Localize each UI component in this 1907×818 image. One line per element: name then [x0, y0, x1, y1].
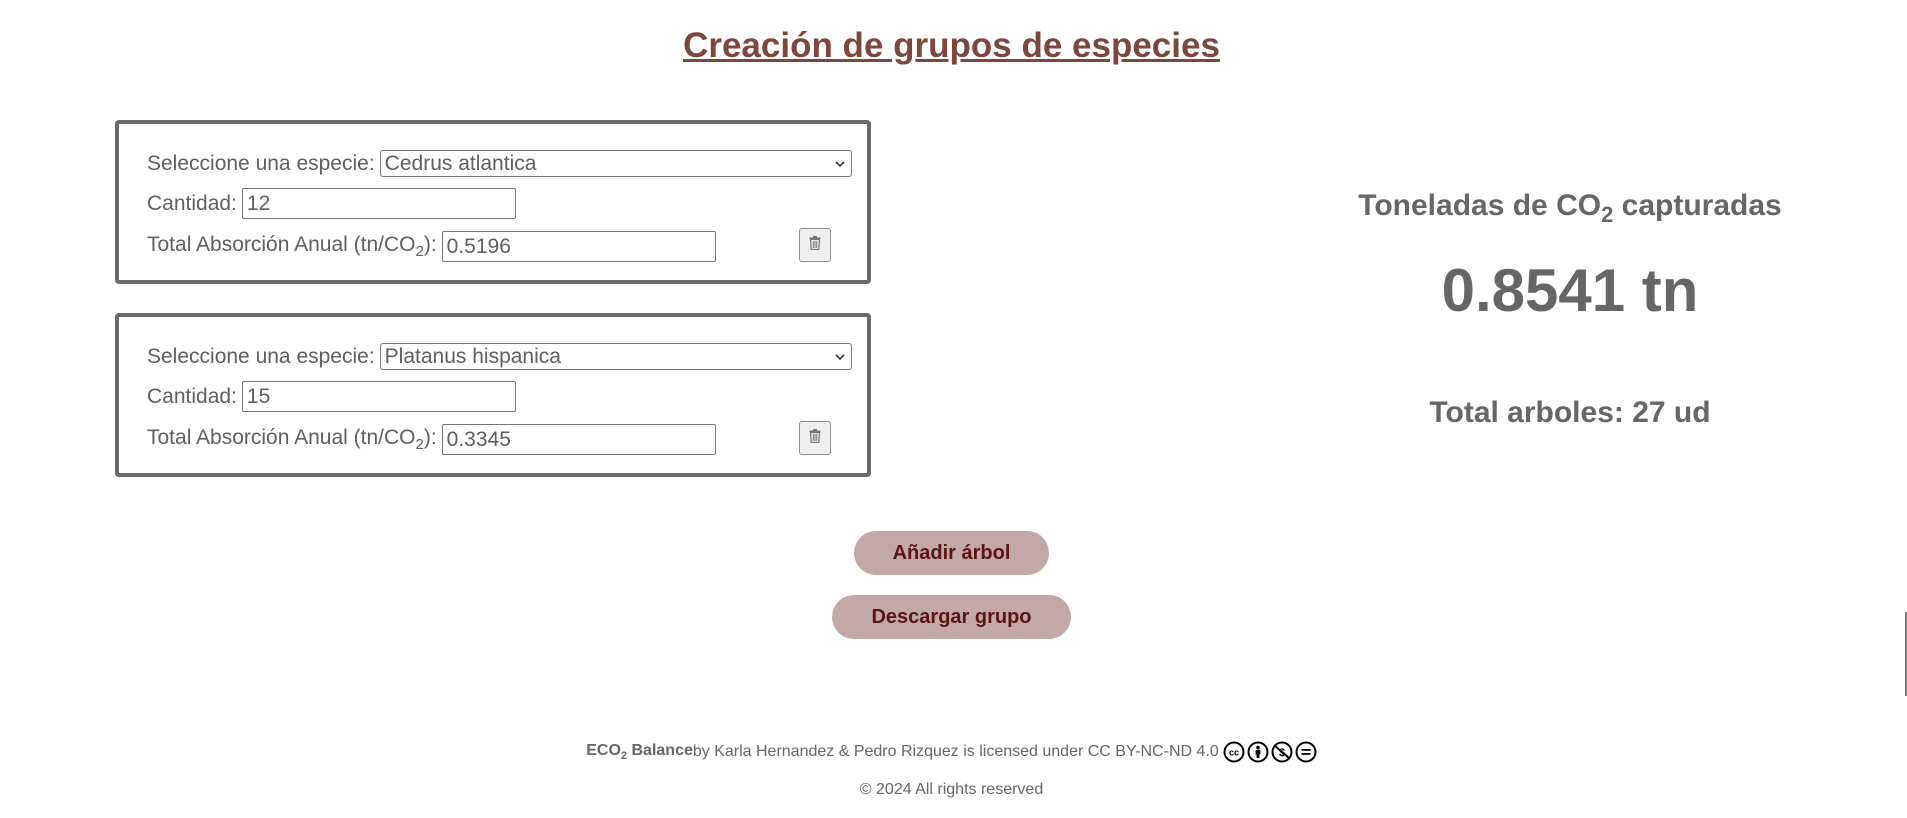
quantity-input[interactable]: 15 [241, 381, 516, 412]
quantity-row: Cantidad: 15 [147, 381, 516, 412]
species-label: Seleccione una especie: [147, 344, 375, 368]
chevron-down-icon [835, 157, 845, 171]
copyright: © 2024 All rights reserved [859, 781, 1044, 798]
add-tree-button[interactable]: Añadir árbol [854, 531, 1049, 575]
brand-name[interactable]: ECO2 Balance [586, 742, 693, 762]
species-select-value: Cedrus atlantica [384, 151, 537, 175]
nc-icon: $ [1271, 741, 1293, 763]
nd-icon [1295, 741, 1317, 763]
quantity-row: Cantidad: 12 [147, 188, 516, 219]
species-row: Seleccione una especie: Cedrus atlantica [147, 150, 852, 177]
chevron-down-icon [835, 350, 845, 364]
total-trees: Total arboles: 27 ud [1429, 396, 1711, 429]
by-icon [1247, 741, 1269, 763]
species-select[interactable]: Platanus hispanica [379, 343, 852, 370]
delete-group-button[interactable] [799, 421, 831, 455]
species-select[interactable]: Cedrus atlantica [379, 150, 852, 177]
quantity-input[interactable]: 12 [241, 188, 516, 219]
species-row: Seleccione una especie: Platanus hispani… [147, 343, 852, 370]
co2-total-value: 0.8541 tn [1441, 257, 1699, 324]
quantity-label: Cantidad: [147, 384, 237, 408]
trash-icon [809, 235, 821, 255]
delete-group-button[interactable] [799, 228, 831, 262]
license-icons[interactable]: cc $ [1223, 741, 1317, 763]
absorption-row: Total Absorción Anual (tn/CO2): 0.3345 [147, 424, 716, 455]
page-title: Creación de grupos de especies [683, 26, 1220, 65]
species-group-card: Seleccione una especie: Platanus hispani… [115, 313, 871, 477]
species-label: Seleccione una especie: [147, 151, 375, 175]
download-group-button[interactable]: Descargar grupo [832, 595, 1071, 639]
species-group-card: Seleccione una especie: Cedrus atlantica… [115, 120, 871, 284]
species-select-value: Platanus hispanica [384, 344, 561, 368]
svg-text:cc: cc [1229, 748, 1239, 758]
license-text[interactable]: by Karla Hernandez & Pedro Rizquez is li… [693, 743, 1219, 761]
absorption-input[interactable]: 0.5196 [441, 231, 716, 262]
absorption-row: Total Absorción Anual (tn/CO2): 0.5196 [147, 231, 716, 262]
trash-icon [809, 428, 821, 448]
co2-summary-title: Toneladas de CO2 capturadas [1358, 189, 1782, 227]
quantity-label: Cantidad: [147, 191, 237, 215]
absorption-label: Total Absorción Anual (tn/CO2): [147, 425, 437, 454]
absorption-label: Total Absorción Anual (tn/CO2): [147, 232, 437, 261]
absorption-input[interactable]: 0.3345 [441, 424, 716, 455]
license-footer: ECO2 Balance by Karla Hernandez & Pedro … [0, 741, 1903, 763]
cc-icon: cc [1223, 741, 1245, 763]
